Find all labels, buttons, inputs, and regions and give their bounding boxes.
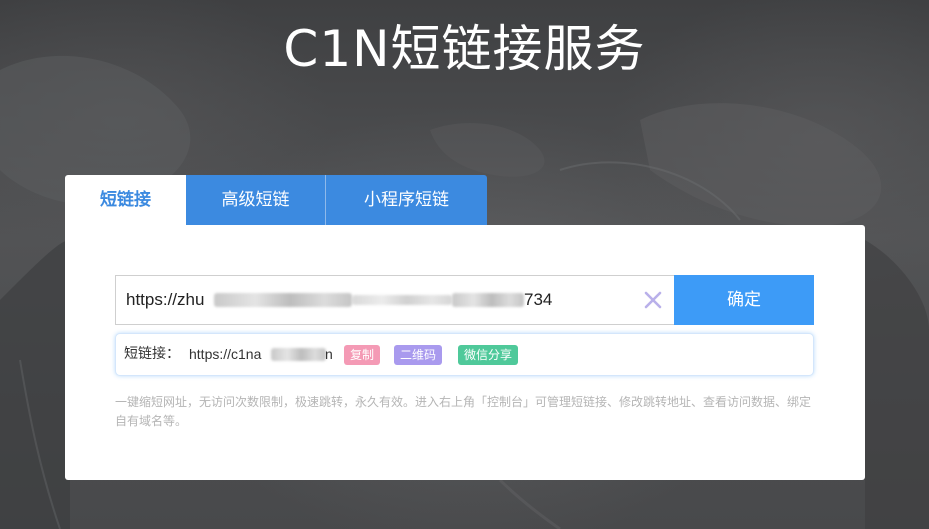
wechat-share-button[interactable]: 微信分享 xyxy=(458,345,519,365)
result-box: 短链接： https://c1na n 复制 二维码 微信分享 xyxy=(115,333,814,376)
url-input-value-end: 734 xyxy=(524,290,553,309)
qrcode-button[interactable]: 二维码 xyxy=(394,345,443,365)
url-input[interactable]: https://zhu 734 xyxy=(115,275,674,325)
redacted-url-segment xyxy=(214,293,352,307)
tab-short-link[interactable]: 短链接 xyxy=(65,175,186,225)
result-label: 短链接： xyxy=(124,346,180,362)
short-url-start[interactable]: https://c1na xyxy=(189,334,261,375)
tab-advanced-short-link[interactable]: 高级短链 xyxy=(186,175,326,225)
service-description: 一键缩短网址，无访问次数限制，极速跳转，永久有效。进入右上角「控制台」可管理短链… xyxy=(115,395,812,428)
confirm-button[interactable]: 确定 xyxy=(674,275,814,325)
redacted-url-segment xyxy=(352,295,452,305)
short-url-end[interactable]: n xyxy=(325,334,333,375)
copy-button[interactable]: 复制 xyxy=(344,345,381,365)
url-input-value-start: https://zhu xyxy=(126,290,205,309)
redacted-short-url-segment xyxy=(271,348,326,361)
url-form: https://zhu 734 确定 xyxy=(115,275,814,325)
page-title: C1N短链接服务 xyxy=(283,20,646,78)
tab-mini-program-short-link[interactable]: 小程序短链 xyxy=(326,175,487,225)
tab-bar: 短链接 高级短链 小程序短链 xyxy=(65,175,487,225)
main-panel: https://zhu 734 确定 短链接： https://c1na n 复… xyxy=(65,225,865,480)
redacted-url-segment xyxy=(452,293,524,307)
close-icon[interactable] xyxy=(642,289,664,311)
